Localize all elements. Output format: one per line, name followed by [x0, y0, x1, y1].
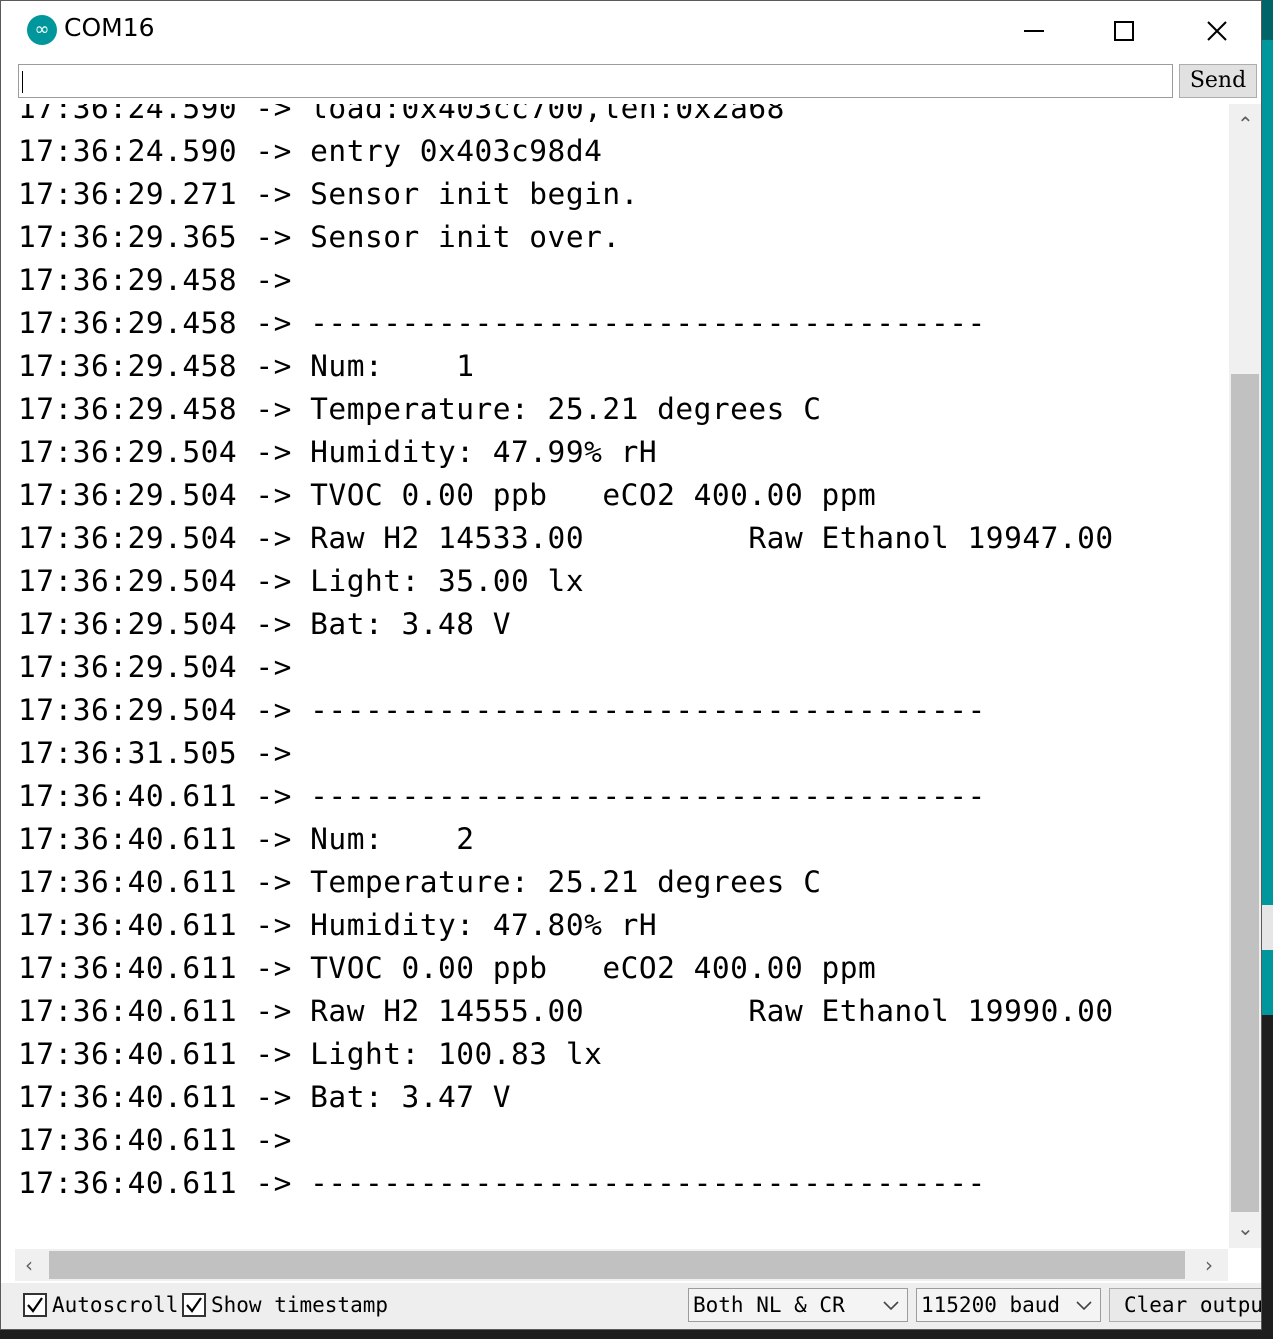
timestamp-checkbox[interactable] [182, 1293, 206, 1317]
output-line: 17:36:29.504 -> Bat: 3.48 V [18, 607, 512, 641]
output-line: 17:36:40.611 -> Light: 100.83 lx [18, 1037, 603, 1071]
vertical-scrollbar[interactable]: ⌃ ⌄ [1229, 104, 1261, 1248]
line-ending-select[interactable]: Both NL & CR [688, 1288, 908, 1322]
baud-rate-value: 115200 baud [921, 1293, 1061, 1317]
output-line: 17:36:29.458 -> Temperature: 25.21 degre… [18, 392, 822, 426]
output-line: 17:36:40.611 -> TVOC 0.00 ppb eCO2 400.0… [18, 951, 877, 985]
checkmark-icon [186, 1297, 202, 1313]
output-line: 17:36:29.271 -> Sensor init begin. [18, 177, 639, 211]
output-lines: 17:36:24.590 -> load:0x403cc700,len:0x2a… [18, 104, 1114, 1205]
checkmark-icon [27, 1297, 43, 1313]
arduino-icon: ∞ [27, 15, 57, 45]
output-line: 17:36:24.590 -> entry 0x403c98d4 [18, 134, 603, 168]
scroll-right-icon[interactable]: › [1205, 1255, 1213, 1275]
output-line: 17:36:40.611 -> [18, 1123, 311, 1157]
window-title: COM16 [64, 13, 155, 42]
scroll-up-icon[interactable]: ⌃ [1237, 114, 1254, 134]
chevron-down-icon [1076, 1301, 1092, 1311]
horizontal-scroll-thumb[interactable] [49, 1251, 1185, 1279]
output-line: 17:36:29.458 -> [18, 263, 311, 297]
output-line: 17:36:40.611 -> Raw H2 14555.00 Raw Etha… [18, 994, 1114, 1028]
close-icon [1207, 21, 1227, 41]
scroll-down-icon[interactable]: ⌄ [1237, 1218, 1254, 1238]
timestamp-label: Show timestamp [211, 1293, 389, 1317]
autoscroll-label: Autoscroll [52, 1293, 179, 1317]
clear-output-label: Clear output [1124, 1293, 1261, 1317]
output-line: 17:36:29.504 -> TVOC 0.00 ppb eCO2 400.0… [18, 478, 877, 512]
minimize-button[interactable] [989, 1, 1077, 59]
output-line: 17:36:29.504 -> [18, 650, 311, 684]
output-line: 17:36:29.504 -> ------------------------… [18, 693, 986, 727]
baud-rate-select[interactable]: 115200 baud [916, 1288, 1101, 1322]
title-bar[interactable]: ∞ COM16 [1, 1, 1261, 59]
autoscroll-checkbox[interactable] [23, 1293, 47, 1317]
text-caret [22, 71, 23, 93]
scroll-left-icon[interactable]: ‹ [25, 1255, 33, 1275]
output-line: 17:36:40.611 -> ------------------------… [18, 779, 986, 813]
horizontal-scrollbar[interactable]: ‹ › [15, 1249, 1228, 1281]
send-input[interactable] [18, 64, 1173, 98]
output-line: 17:36:29.504 -> Raw H2 14533.00 Raw Etha… [18, 521, 1114, 555]
output-line: 17:36:40.611 -> Num: 2 [18, 822, 475, 856]
output-line: 17:36:29.365 -> Sensor init over. [18, 220, 621, 254]
line-ending-value: Both NL & CR [693, 1293, 845, 1317]
output-line: 17:36:40.611 -> Bat: 3.47 V [18, 1080, 512, 1114]
close-button[interactable] [1172, 1, 1260, 59]
output-line: 17:36:24.590 -> load:0x403cc700,len:0x2a… [18, 104, 785, 125]
chevron-down-icon [883, 1301, 899, 1311]
output-line: 17:36:40.611 -> Temperature: 25.21 degre… [18, 865, 822, 899]
serial-output[interactable]: 17:36:24.590 -> load:0x403cc700,len:0x2a… [15, 104, 1228, 1248]
vertical-scroll-thumb[interactable] [1231, 374, 1259, 1212]
output-line: 17:36:40.611 -> ------------------------… [18, 1166, 986, 1200]
bottom-toolbar: Autoscroll Show timestamp Both NL & CR 1… [1, 1283, 1261, 1329]
serial-monitor-window: ∞ COM16 Send 17:36:24.590 -> load:0x403c… [0, 0, 1262, 1330]
output-line: 17:36:31.505 -> [18, 736, 311, 770]
output-line: 17:36:40.611 -> Humidity: 47.80% rH [18, 908, 658, 942]
output-line: 17:36:29.504 -> Humidity: 47.99% rH [18, 435, 658, 469]
output-line: 17:36:29.458 -> Num: 1 [18, 349, 475, 383]
clear-output-button[interactable]: Clear output [1109, 1288, 1261, 1322]
maximize-icon [1114, 21, 1134, 41]
minimize-icon [1024, 30, 1044, 32]
maximize-button[interactable] [1079, 1, 1167, 59]
send-button[interactable]: Send [1179, 64, 1257, 98]
output-line: 17:36:29.458 -> ------------------------… [18, 306, 986, 340]
output-line: 17:36:29.504 -> Light: 35.00 lx [18, 564, 585, 598]
